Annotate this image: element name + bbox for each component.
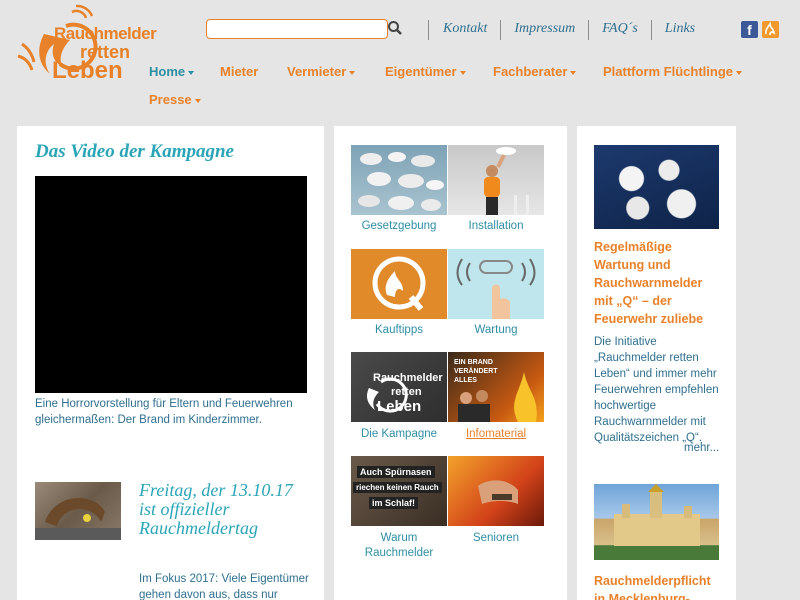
site-logo[interactable]: Rauchmelder retten Leben <box>14 4 157 84</box>
top-link-impressum[interactable]: Impressum <box>500 20 588 40</box>
spuernasen-text-line1: Auch Spürnasen <box>357 466 435 478</box>
kampagne-logo-line3: Leben <box>377 398 422 415</box>
logo-text-line3: Leben <box>52 57 123 84</box>
top-links: Kontakt Impressum FAQ´s Links <box>428 20 708 40</box>
caret-down-icon <box>736 70 742 75</box>
installation-image <box>484 147 529 215</box>
article-title-rauchmelderpflicht[interactable]: Rauchmelderpflicht in Mecklenburg- <box>594 572 719 600</box>
news-title[interactable]: Freitag, der 13.10.17 ist offizieller Ra… <box>139 481 309 538</box>
q-seal-icon <box>372 256 426 311</box>
nav-item-vermieter[interactable]: Vermieter <box>287 64 356 79</box>
schwerin-castle-image[interactable] <box>594 484 719 560</box>
search-icon[interactable] <box>387 20 403 36</box>
tile-label-senioren[interactable]: Senioren <box>448 531 544 546</box>
logo-text-line1: Rauchmelder <box>54 24 157 43</box>
middle-column: Gesetzgebung Installation Kauftipps Wart… <box>334 126 567 600</box>
wartung-icon <box>456 258 536 319</box>
feuerwehr-icon[interactable] <box>762 21 779 38</box>
nav-item-label: Plattform Flüchtlinge <box>603 64 733 79</box>
video-heading: Das Video der Kampagne <box>35 141 234 162</box>
nav-item-mieter[interactable]: Mieter <box>220 64 258 79</box>
tile-label-kauftipps[interactable]: Kauftipps <box>351 323 447 338</box>
tile-kauftipps[interactable] <box>351 249 447 319</box>
nav-item-label: Vermieter <box>287 64 347 79</box>
nav-item-eigentuemer[interactable]: Eigentümer <box>385 64 466 79</box>
tile-installation[interactable] <box>448 145 544 215</box>
tile-label-kampagne[interactable]: Die Kampagne <box>351 427 447 442</box>
caret-down-icon <box>194 98 201 103</box>
tile-senioren[interactable] <box>448 456 544 526</box>
senioren-image <box>478 480 518 504</box>
tile-label-warum-rauchmelder[interactable]: Warum Rauchmelder <box>351 531 447 561</box>
nav-item-plattform-fluechtlinge[interactable]: Plattform Flüchtlinge <box>603 64 742 79</box>
top-link-faq[interactable]: FAQ´s <box>588 20 651 40</box>
top-link-links[interactable]: Links <box>650 20 708 40</box>
video-player[interactable] <box>35 176 307 393</box>
nav-item-presse[interactable]: Presse <box>149 92 201 107</box>
more-link[interactable]: mehr... <box>684 442 719 454</box>
news-image[interactable] <box>35 482 121 540</box>
smoke-detectors-q-image[interactable] <box>594 145 719 229</box>
spuernasen-text-line2: riechen keinen Rauch <box>353 482 442 493</box>
caret-down-icon <box>188 70 195 75</box>
tile-wartung[interactable] <box>448 249 544 319</box>
kampagne-logo-line2: retten <box>391 386 422 398</box>
tile-warum-rauchmelder[interactable]: Auch Spürnasen riechen keinen Rauch im S… <box>351 456 447 526</box>
search-input[interactable] <box>206 19 388 39</box>
caret-down-icon <box>349 70 356 75</box>
facebook-icon[interactable]: f <box>741 21 758 38</box>
tile-label-gesetzgebung[interactable]: Gesetzgebung <box>351 219 447 234</box>
nav-item-label: Home <box>149 64 186 79</box>
family-fire-image <box>458 372 537 422</box>
tile-label-infomaterial[interactable]: Infomaterial <box>448 427 544 442</box>
news-text: Im Fokus 2017: Viele Eigentümer gehen da… <box>139 573 309 600</box>
tile-gesetzgebung[interactable] <box>351 145 447 215</box>
tile-label-wartung[interactable]: Wartung <box>448 323 544 338</box>
kampagne-logo-line1: Rauchmelder <box>373 372 443 384</box>
header: Rauchmelder retten Leben Kontakt Impress… <box>0 0 800 125</box>
nav-item-fachberater[interactable]: Fachberater <box>493 64 577 79</box>
tile-infomaterial[interactable]: EIN BRAND VERÄNDERT ALLES <box>448 352 544 422</box>
right-column: Regelmäßige Wartung und Rauchwarnmelder … <box>577 126 736 600</box>
nav-item-home[interactable]: Home <box>149 64 195 79</box>
article-title-wartung[interactable]: Regelmäßige Wartung und Rauchwarnmelder … <box>594 238 719 328</box>
caret-down-icon <box>459 70 466 75</box>
nav-item-label: Fachberater <box>493 64 568 79</box>
nav-item-label: Eigentümer <box>385 64 457 79</box>
caret-down-icon <box>570 70 577 75</box>
spuernasen-text-line3: im Schlaf! <box>369 497 419 509</box>
smoke-detectors-image <box>358 152 444 211</box>
tile-kampagne[interactable]: Rauchmelder retten Leben <box>351 352 447 422</box>
left-column: Das Video der Kampagne Eine Horrorvorste… <box>17 126 324 600</box>
nav-item-label: Mieter <box>220 64 259 79</box>
tile-label-installation[interactable]: Installation <box>448 219 544 234</box>
nav-item-label: Presse <box>149 92 192 107</box>
top-link-kontakt[interactable]: Kontakt <box>428 20 500 40</box>
video-caption: Eine Horrorvorstellung für Eltern und Fe… <box>35 398 293 426</box>
article-text-wartung: Die Initiative „Rauchmelder retten Leben… <box>594 336 719 444</box>
